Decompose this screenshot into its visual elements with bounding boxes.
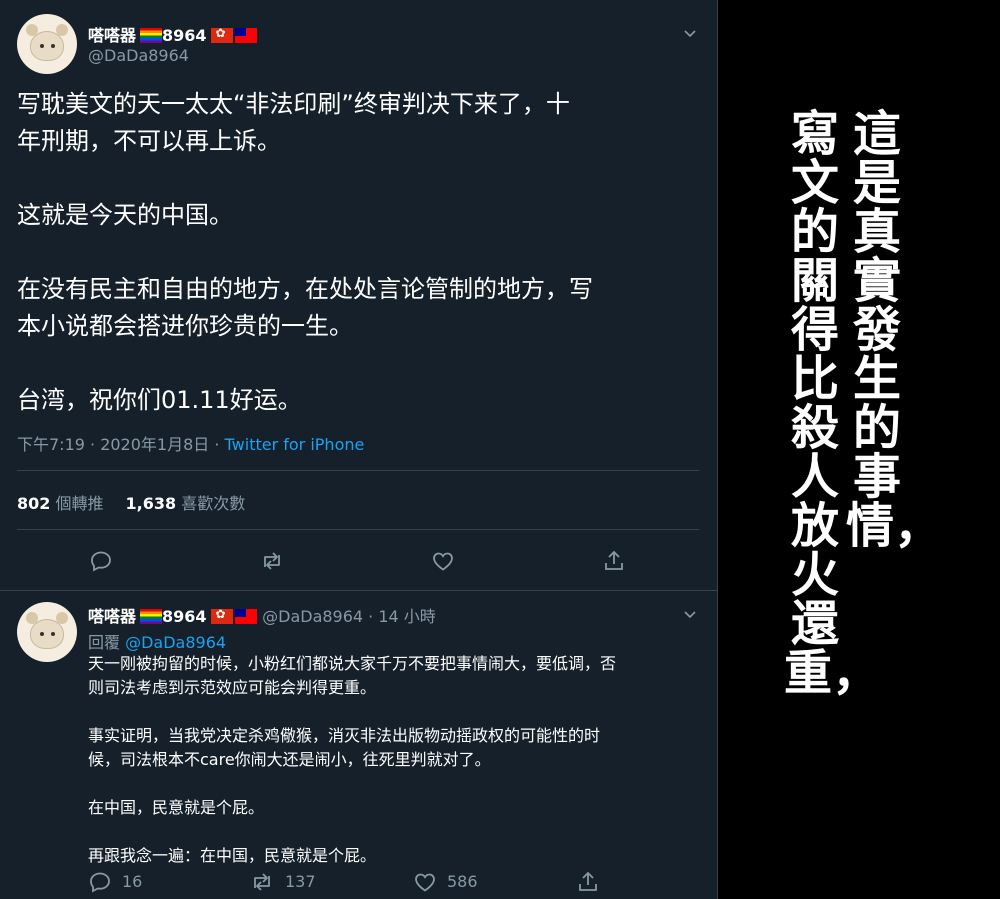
rainbow-flag-icon	[140, 28, 163, 43]
divider	[17, 529, 699, 530]
reply-text: 天一刚被拘留的时候，小粉红们都说大家千万不要把事情闹大，要低调，否 则司法考虑到…	[88, 654, 617, 865]
share-button[interactable]	[602, 549, 626, 573]
rainbow-flag-icon	[140, 609, 163, 624]
like-button[interactable]	[413, 870, 437, 894]
avatar-face	[30, 619, 64, 649]
display-name-text: 嗒嗒器	[88, 26, 137, 45]
retweet-button[interactable]	[250, 870, 274, 894]
display-name-number: 8964	[162, 26, 207, 45]
flag-icons	[209, 26, 257, 47]
reply-button[interactable]	[88, 870, 112, 894]
display-name-text: 嗒嗒器	[88, 607, 137, 626]
taiwan-flag-icon	[234, 609, 257, 624]
tweet-feed: 嗒嗒器 8964 @DaDa8964 写耽美文的天一太太“非法印刷”终审判决下来了…	[0, 0, 718, 899]
hong-kong-flag-icon	[210, 607, 233, 624]
divider	[17, 470, 699, 471]
replying-to-handle[interactable]: @DaDa8964	[125, 633, 226, 652]
caption-column-right: 這是真實發生的事情，	[846, 106, 943, 554]
retweet-label: 個轉推	[55, 494, 104, 513]
tweet-source[interactable]: Twitter for iPhone	[225, 435, 365, 454]
reply-count: 16	[122, 872, 143, 891]
reply-button[interactable]	[89, 549, 113, 573]
reply-time[interactable]: · 14 小時	[363, 607, 436, 626]
reply-handle[interactable]: @DaDa8964	[262, 607, 363, 626]
avatar[interactable]	[17, 602, 77, 662]
taiwan-flag-icon	[234, 28, 257, 43]
hong-kong-flag-icon	[210, 26, 233, 43]
avatar-face	[30, 31, 64, 61]
retweet-icon	[264, 552, 280, 570]
caption-column-left: 寫文的關得比殺人放火還重，	[784, 106, 881, 701]
avatar-eye	[40, 632, 44, 636]
retweet-count: 137	[285, 872, 316, 891]
like-button[interactable]	[431, 549, 455, 573]
retweet-count: 802	[17, 494, 51, 513]
retweet-icon	[254, 873, 270, 891]
tweet-stats: 802 個轉推 1,638 喜歡次數	[17, 490, 245, 514]
avatar-eye	[40, 44, 44, 48]
share-icon	[579, 871, 597, 891]
replying-to-label: 回覆	[88, 633, 126, 652]
flag-icons	[138, 28, 163, 47]
like-label: 喜歡次數	[181, 494, 246, 513]
like-count: 586	[447, 872, 478, 891]
chevron-down-icon[interactable]	[683, 26, 697, 40]
like-count: 1,638	[125, 494, 177, 513]
caption-panel: 這是真實發生的事情， 寫文的關得比殺人放火還重，	[718, 0, 1000, 899]
avatar-eye	[51, 44, 55, 48]
flag-icons	[209, 607, 257, 628]
retweet-button[interactable]	[260, 549, 284, 573]
tweet-meta: 下午7:19 · 2020年1月8日 · Twitter for iPhone	[17, 431, 364, 455]
tweet-text: 写耽美文的天一太太“非法印刷”终审判决下来了，十 年刑期，不可以再上诉。 这就是…	[17, 90, 593, 414]
divider	[0, 590, 717, 591]
like-icon	[433, 552, 453, 571]
reply-icon	[90, 872, 110, 893]
share-icon	[605, 550, 623, 570]
avatar-eye	[51, 632, 55, 636]
handle[interactable]: @DaDa8964	[88, 46, 189, 65]
chevron-down-icon[interactable]	[683, 607, 697, 621]
display-name-number: 8964	[162, 607, 207, 626]
display-name[interactable]: 嗒嗒器 8964 @DaDa8964 · 14 小時	[88, 603, 436, 628]
reply-icon	[91, 551, 111, 572]
display-name[interactable]: 嗒嗒器 8964	[88, 22, 257, 47]
tweet-timestamp[interactable]: 下午7:19 · 2020年1月8日 ·	[17, 435, 225, 454]
retweet-stat[interactable]: 802 個轉推	[17, 494, 104, 513]
like-icon	[415, 873, 435, 892]
like-stat[interactable]: 1,638 喜歡次數	[126, 494, 246, 513]
replying-to: 回覆 @DaDa8964	[88, 629, 226, 653]
avatar[interactable]	[17, 14, 77, 74]
share-button[interactable]	[576, 870, 600, 894]
flag-icons	[138, 609, 163, 628]
